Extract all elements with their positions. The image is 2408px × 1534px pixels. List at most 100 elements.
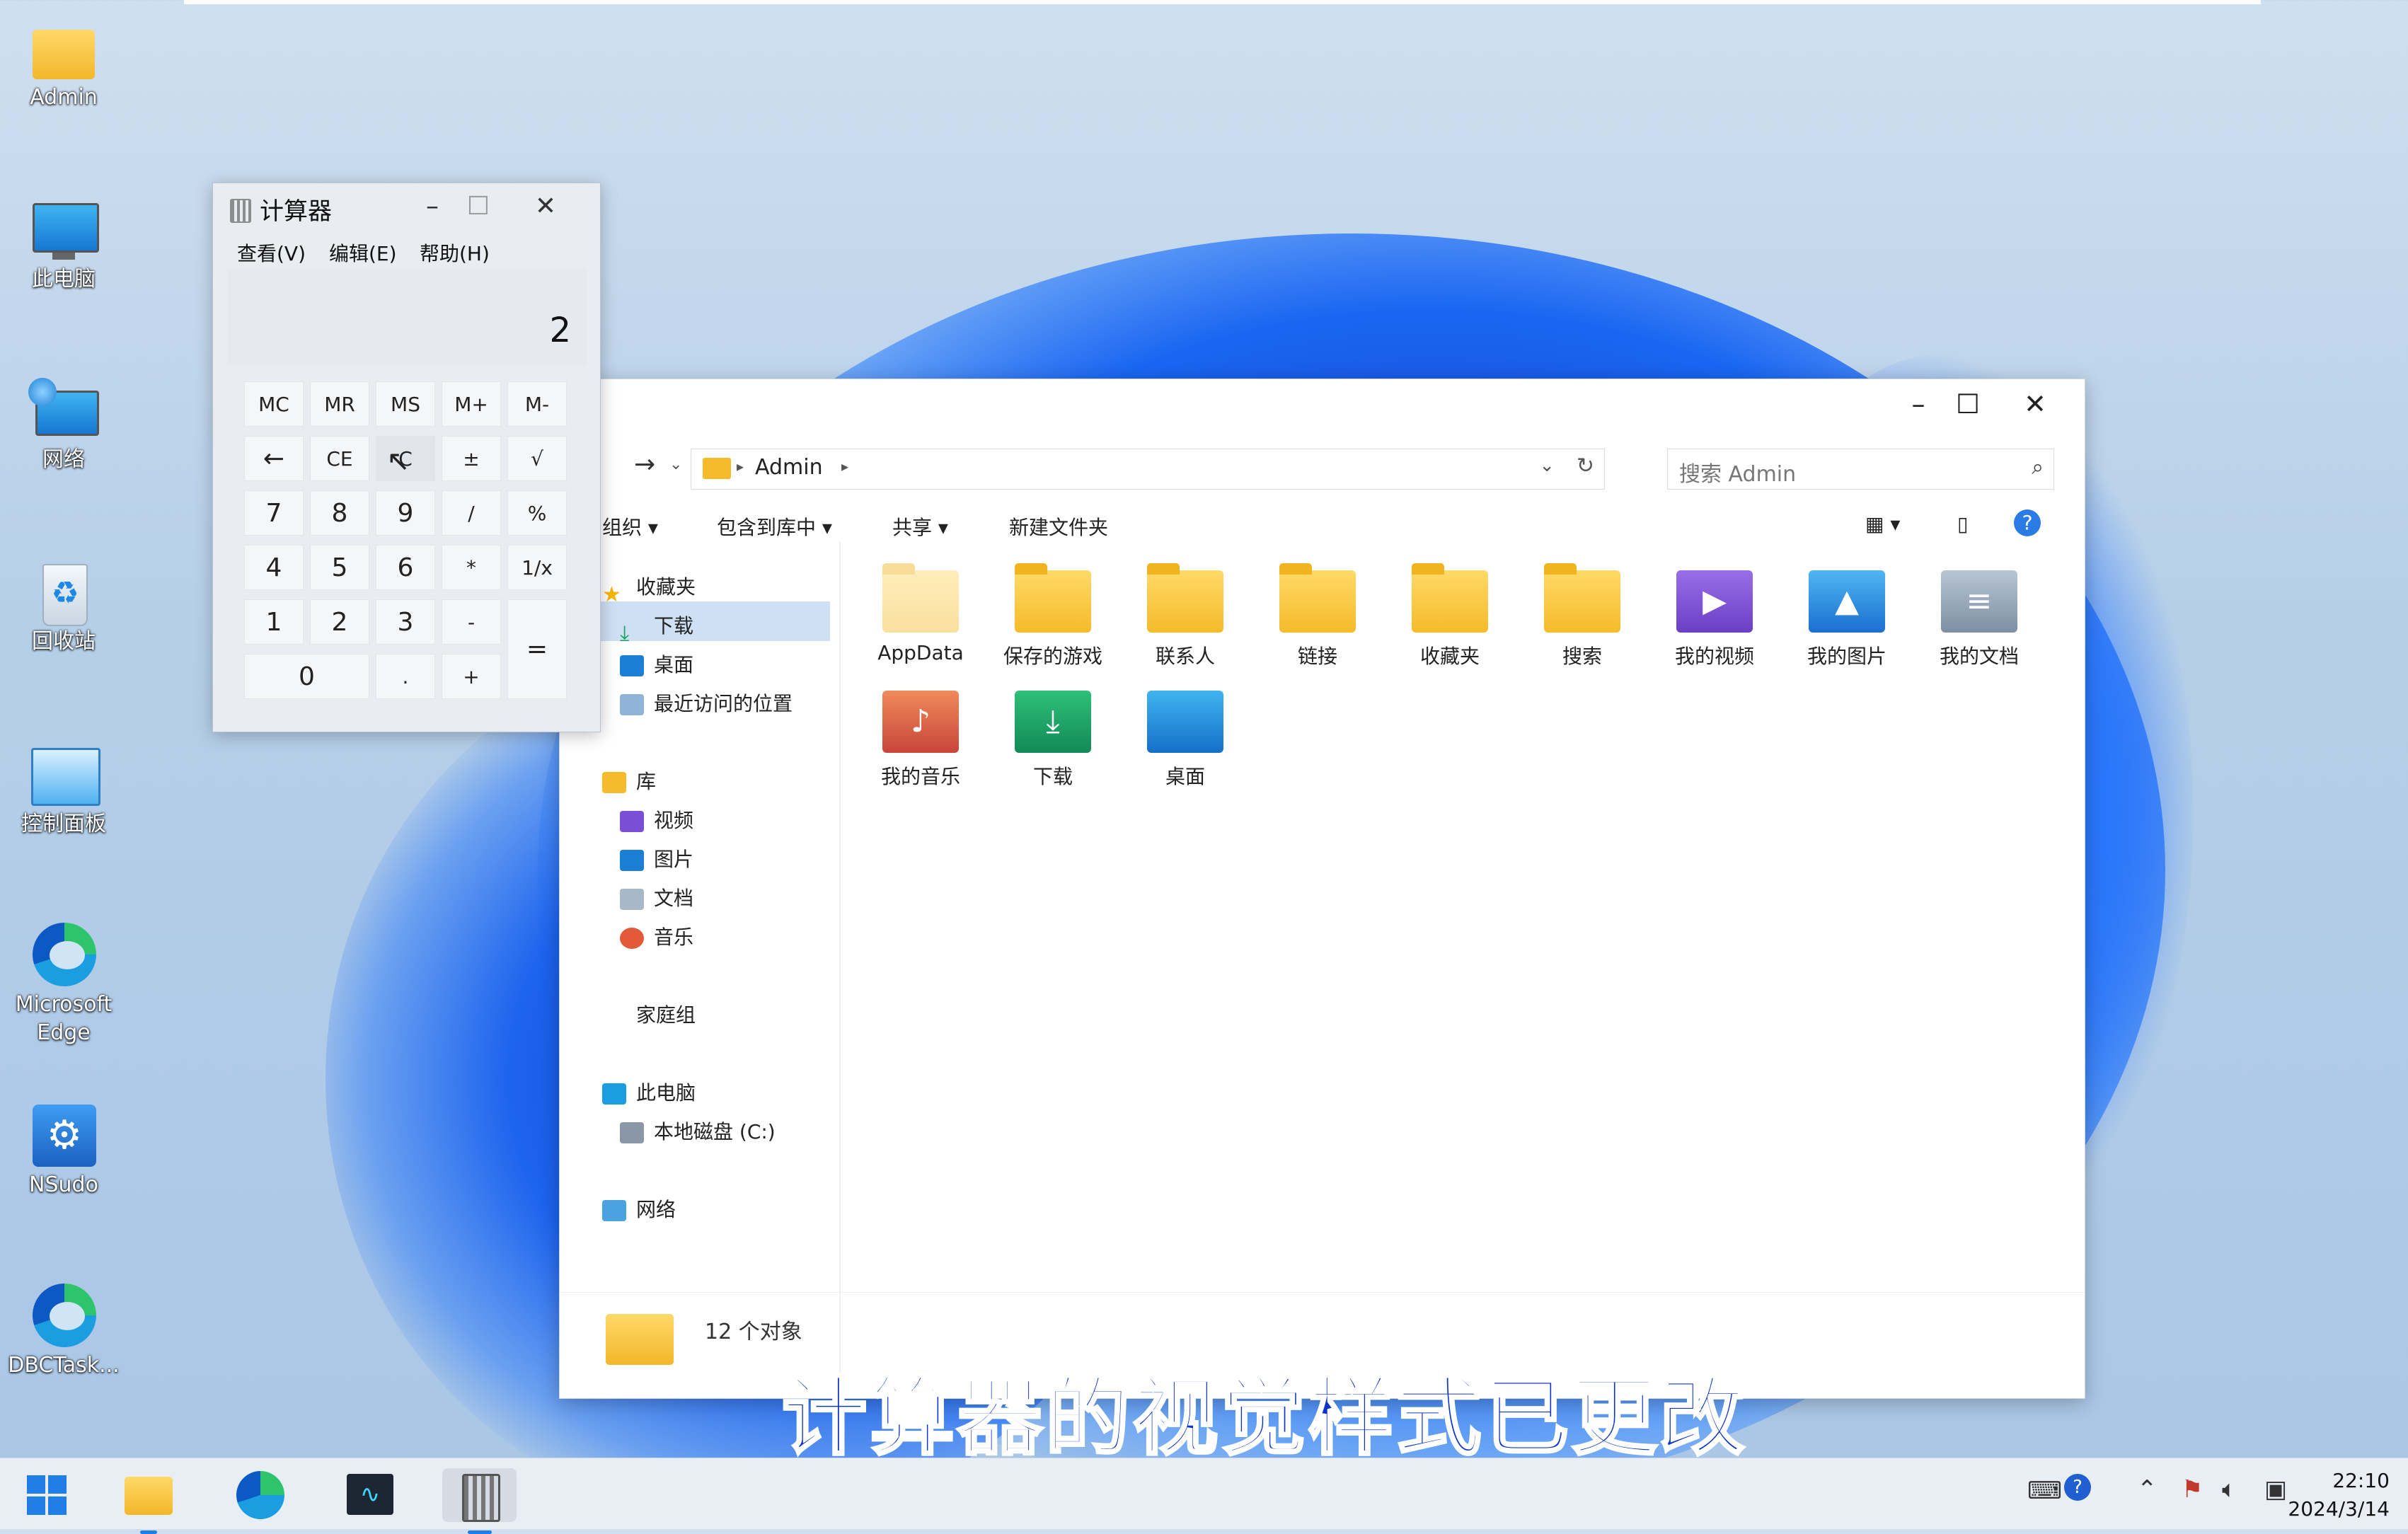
digit-8-button[interactable]: 8	[310, 490, 369, 536]
file-item-my-pictures[interactable]: ▲ 我的图片	[1783, 570, 1911, 669]
minimize-button[interactable]: –	[411, 189, 454, 224]
new-folder-button[interactable]: 新建文件夹	[1009, 512, 1108, 541]
file-item-my-videos[interactable]: ▶ 我的视频	[1651, 570, 1778, 669]
address-bar[interactable]: ▸ Admin ▸ ⌄ ↻	[691, 449, 1605, 490]
taskbar-task-manager[interactable]: ∿	[344, 1468, 398, 1522]
file-item-contacts[interactable]: 联系人	[1122, 563, 1249, 669]
nav-item-desktop[interactable]: 桌面	[620, 647, 693, 683]
nav-item-music[interactable]: 音乐	[620, 920, 693, 955]
file-item-my-music[interactable]: ♪ 我的音乐	[857, 691, 984, 790]
desktop-icon-network[interactable]: 网络	[7, 375, 120, 474]
digit-0-button[interactable]: 0	[244, 654, 369, 699]
nav-item-recent[interactable]: 最近访问的位置	[620, 686, 793, 722]
ce-button[interactable]: CE	[310, 436, 369, 481]
refresh-icon[interactable]: ↻	[1577, 454, 1594, 478]
taskbar-edge[interactable]	[234, 1468, 287, 1522]
chevron-right-icon[interactable]: ▸	[841, 458, 848, 475]
nav-item-this-pc[interactable]: 此电脑	[602, 1075, 696, 1111]
menu-edit[interactable]: 编辑(E)	[329, 238, 397, 267]
mc-button[interactable]: MC	[244, 381, 304, 427]
file-item-links[interactable]: 链接	[1254, 563, 1381, 669]
file-item-favorites[interactable]: 收藏夹	[1386, 563, 1514, 669]
equals-button[interactable]: =	[507, 599, 567, 699]
preview-pane-icon[interactable]: ▯	[1957, 512, 1968, 536]
digit-5-button[interactable]: 5	[310, 545, 369, 590]
desktop-icon-recycle-bin[interactable]: ♻ 回收站	[7, 557, 120, 656]
percent-button[interactable]: %	[507, 490, 567, 536]
nav-item-videos[interactable]: 视频	[620, 803, 693, 838]
digit-4-button[interactable]: 4	[244, 545, 304, 590]
chevron-up-icon[interactable]: ⌃	[2137, 1475, 2158, 1504]
file-item-searches[interactable]: 搜索	[1519, 563, 1646, 669]
nav-item-network[interactable]: 网络	[602, 1192, 676, 1228]
nav-item-libraries[interactable]: 库	[602, 764, 656, 800]
digit-1-button[interactable]: 1	[244, 599, 304, 645]
digit-7-button[interactable]: 7	[244, 490, 304, 536]
backspace-button[interactable]: ←	[244, 436, 304, 481]
network-tray-icon[interactable]: ▣	[2264, 1475, 2287, 1504]
menu-view[interactable]: 查看(V)	[237, 238, 306, 267]
mr-button[interactable]: MR	[310, 381, 369, 427]
reciprocal-button[interactable]: 1/x	[507, 545, 567, 590]
digit-6-button[interactable]: 6	[376, 545, 435, 590]
chevron-down-icon[interactable]: ⌄	[1539, 455, 1555, 476]
view-options-icon[interactable]: ▦ ▾	[1865, 512, 1900, 536]
add-button[interactable]: +	[442, 654, 501, 699]
file-item-downloads[interactable]: ⤓ 下载	[989, 691, 1117, 790]
nav-item-downloads[interactable]: ⤓ 下载	[620, 609, 693, 646]
m-minus-button[interactable]: M-	[507, 381, 567, 427]
include-in-library-menu[interactable]: 包含到库中 ▾	[717, 512, 832, 541]
menu-help[interactable]: 帮助(H)	[420, 238, 490, 267]
chevron-down-icon[interactable]: ⌄	[669, 456, 682, 473]
nav-item-documents[interactable]: 文档	[620, 881, 693, 916]
file-item-appdata[interactable]: AppData	[857, 563, 984, 664]
title-bar[interactable]: 计算器 – ☐ ✕	[213, 183, 600, 233]
taskbar-calculator[interactable]	[442, 1468, 517, 1534]
taskbar-clock[interactable]: 22:10 2024/3/14	[2288, 1467, 2390, 1523]
m-plus-button[interactable]: M+	[442, 381, 501, 427]
volume-icon[interactable]: 🔈︎	[2222, 1475, 2236, 1504]
nav-item-homegroup[interactable]: 家庭组	[636, 998, 696, 1033]
file-item-desktop[interactable]: 桌面	[1122, 691, 1249, 790]
digit-9-button[interactable]: 9	[376, 490, 435, 536]
close-button[interactable]: ✕	[2007, 386, 2063, 422]
nav-item-local-disk[interactable]: 本地磁盘 (C:)	[620, 1114, 776, 1150]
subtract-button[interactable]: -	[442, 599, 501, 645]
file-item-saved-games[interactable]: 保存的游戏	[989, 563, 1117, 669]
close-button[interactable]: ✕	[524, 189, 567, 224]
desktop-icon-control-panel[interactable]: 控制面板	[7, 739, 120, 838]
taskbar-file-explorer[interactable]	[122, 1468, 175, 1534]
nav-item-favorites[interactable]: ★ 收藏夹	[602, 570, 696, 607]
menu-bar: 查看(V) 编辑(E) 帮助(H)	[213, 233, 600, 267]
plus-minus-button[interactable]: ±	[442, 436, 501, 481]
desktop-icon-admin[interactable]: Admin	[7, 13, 120, 112]
desktop-icon-this-pc[interactable]: 此电脑	[7, 195, 120, 294]
action-center-flag-icon[interactable]: ⚑	[2182, 1475, 2203, 1504]
desktop-icon-edge[interactable]: Microsoft Edge	[7, 920, 120, 1047]
organize-menu[interactable]: 组织 ▾	[602, 512, 658, 541]
search-input[interactable]: 搜索 Admin ⌕	[1667, 449, 2054, 490]
help-icon[interactable]: ?	[2014, 509, 2041, 536]
search-icon[interactable]: ⌕	[2032, 455, 2044, 480]
share-menu[interactable]: 共享 ▾	[892, 512, 948, 541]
divide-button[interactable]: /	[442, 490, 501, 536]
forward-arrow-icon[interactable]: →	[634, 450, 655, 479]
multiply-button[interactable]: *	[442, 545, 501, 590]
minimize-button[interactable]: –	[1890, 386, 1947, 422]
decimal-button[interactable]: .	[376, 654, 435, 699]
help-icon[interactable]: ?	[2064, 1474, 2091, 1501]
start-button[interactable]	[20, 1468, 74, 1522]
digit-2-button[interactable]: 2	[310, 599, 369, 645]
nav-item-pictures[interactable]: 图片	[620, 842, 693, 877]
file-item-my-documents[interactable]: ≡ 我的文档	[1916, 570, 2043, 669]
folder-icon	[882, 563, 959, 633]
ms-button[interactable]: MS	[376, 381, 435, 427]
desktop-icon-nsudo[interactable]: ⚙ NSudo	[7, 1100, 120, 1199]
breadcrumb[interactable]: Admin	[755, 455, 823, 480]
maximize-button[interactable]: ☐	[1940, 386, 1996, 422]
desktop-icon-dbctask[interactable]: DBCTask...	[7, 1281, 120, 1380]
keyboard-icon[interactable]: ⌨	[2027, 1477, 2062, 1505]
digit-3-button[interactable]: 3	[376, 599, 435, 645]
monitor-icon	[602, 1083, 626, 1105]
sqrt-button[interactable]: √	[507, 436, 567, 481]
